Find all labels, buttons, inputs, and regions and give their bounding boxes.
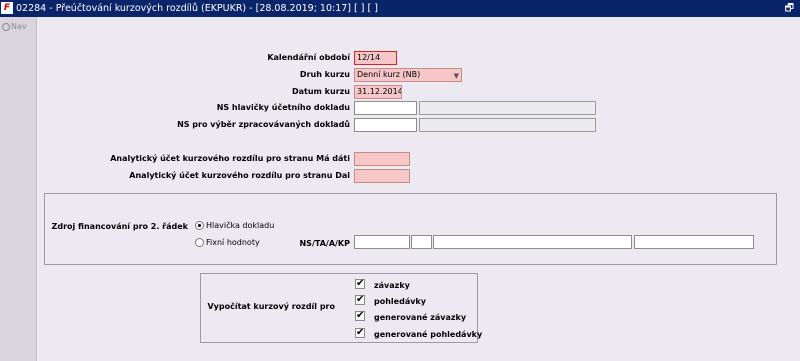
checkbox-generovane-pohledavky-label: generované pohledávky [374,330,483,339]
kp-input[interactable] [634,235,754,249]
datum-kurzu-label: Datum kurzu [292,87,350,96]
nav-label: Nav [11,22,27,31]
radio-hlavicka-dokladu[interactable] [195,221,204,230]
radio-hlavicka-dokladu-label: Hlavička dokladu [206,221,275,230]
window-title: 02284 - Přeúčtování kurzových rozdílů (E… [16,3,378,14]
checkbox-generovane-zavazky[interactable]: ✔ [355,311,365,321]
left-nav-panel: Nav [0,17,37,361]
ns-hlavicky-input[interactable] [354,101,417,115]
ucet-dal-label: Analytický účet kurzového rozdílu pro st… [129,171,350,180]
checkbox-zavazky[interactable]: ✔ [355,279,365,289]
druh-kurzu-select[interactable]: Denní kurz (NB) ▼ [354,68,462,82]
ucet-ma-dati-input[interactable] [354,152,410,166]
checkbox-zavazky-label: závazky [374,281,410,290]
checkbox-pohledavky-label: pohledávky [374,297,426,306]
radio-fixni-hodnoty[interactable] [195,238,204,247]
a-input[interactable] [433,235,632,249]
nav-icon [2,22,10,31]
ns-input[interactable] [354,235,410,249]
kalendarni-obdobi-input[interactable]: 12/14 [354,51,397,65]
ucet-ma-dati-label: Analytický účet kurzového rozdílu pro st… [110,154,350,163]
nav-button[interactable]: Nav [2,22,27,31]
ns-hlavicky-description [419,101,596,115]
chevron-down-icon[interactable]: ▼ [454,70,459,81]
ns-hlavicky-label: NS hlavičky účetního dokladu [216,103,350,112]
kalendarni-obdobi-label: Kalendářní období [267,53,350,62]
zdroj-financovani-label: Zdroj financování pro 2. řádek [51,222,188,231]
radio-fixni-hodnoty-label: Fixní hodnoty [206,238,260,247]
app-logo-icon: F [1,2,13,14]
checkbox-pohledavky[interactable]: ✔ [355,295,365,305]
window-title-bar: F 02284 - Přeúčtování kurzových rozdílů … [0,0,800,17]
ns-vyber-label: NS pro výběr zpracovávaných dokladů [177,120,350,129]
ucet-dal-input[interactable] [354,169,410,183]
ns-vyber-description [419,118,596,132]
restore-window-icon[interactable]: 🗗 [785,0,794,17]
checkbox-generovane-zavazky-label: generované závazky [374,313,467,322]
druh-kurzu-value: Denní kurz (NB) [357,70,421,79]
datum-kurzu-input[interactable]: 31.12.2014 [354,85,402,99]
ta-input[interactable] [411,235,432,249]
checkbox-generovane-pohledavky[interactable]: ✔ [355,328,365,338]
ns-vyber-input[interactable] [354,118,417,132]
vypocitat-label: Vypočítat kurzový rozdíl pro [207,302,335,311]
ns-ta-a-kp-label: NS/TA/A/KP [299,239,350,248]
druh-kurzu-label: Druh kurzu [299,70,350,79]
